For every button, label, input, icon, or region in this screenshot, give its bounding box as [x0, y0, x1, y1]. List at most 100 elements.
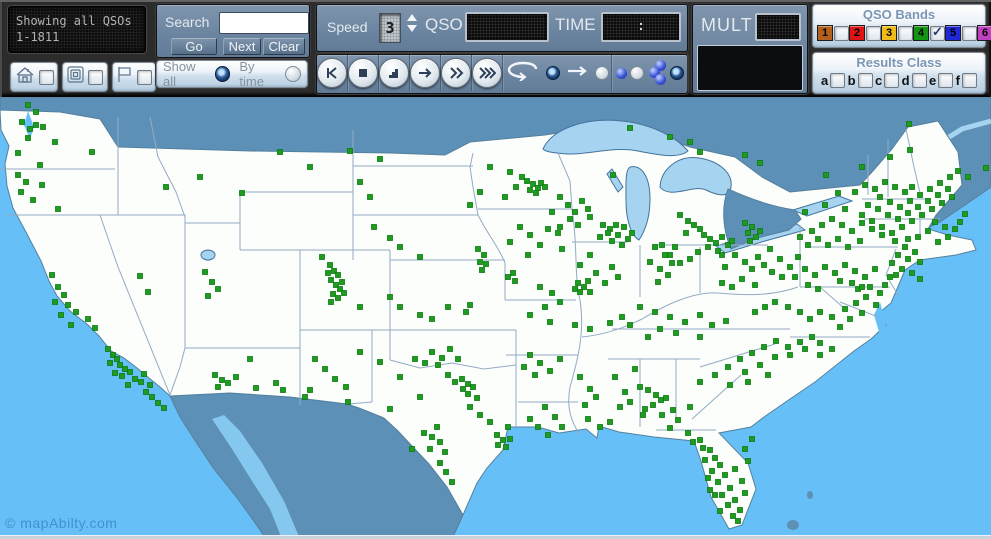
qso-dot: [690, 439, 696, 445]
results-class-row: a b c d e f: [813, 70, 985, 90]
fastest-forward-button[interactable]: [472, 58, 502, 88]
speed-up-button[interactable]: [407, 14, 417, 21]
qso-dot: [819, 222, 825, 228]
qso-dot: [761, 344, 767, 350]
qso-dot: [577, 262, 583, 268]
qso-dot: [105, 346, 111, 352]
flag-view-checkbox[interactable]: [137, 69, 152, 85]
band-color-swatch: 2: [849, 25, 865, 41]
fast-forward-button[interactable]: [441, 58, 471, 88]
qso-dot: [572, 322, 578, 328]
qso-dot: [815, 286, 821, 292]
qso-dot: [143, 389, 149, 395]
trail-dots-radio[interactable]: [669, 66, 684, 80]
qso-dot: [725, 364, 731, 370]
qso-dot: [749, 350, 755, 356]
status-line1: Showing all QSOs: [16, 14, 132, 28]
band-checkbox[interactable]: [930, 24, 945, 41]
qso-dot: [929, 206, 935, 212]
search-next-button[interactable]: Next: [223, 38, 261, 55]
qso-dot: [627, 322, 633, 328]
mult-label: MULT: [701, 15, 753, 35]
qso-dot: [702, 457, 708, 463]
qso-dot: [239, 190, 245, 196]
qso-dot: [877, 290, 883, 296]
qso-dot: [677, 212, 683, 218]
qso-dot: [25, 102, 31, 108]
qso-dot: [859, 212, 865, 218]
speed-down-button[interactable]: [407, 25, 417, 32]
bahamas-island-2: [807, 491, 813, 499]
home-view-button[interactable]: [10, 62, 58, 92]
qso-dot: [487, 164, 493, 170]
results-class-checkbox[interactable]: [884, 73, 900, 89]
qso-dot: [697, 334, 703, 340]
show-all-radio[interactable]: [214, 66, 231, 82]
band-color-swatch: 3: [881, 25, 897, 41]
search-clear-button[interactable]: Clear: [263, 38, 305, 55]
results-class-checkbox[interactable]: [830, 73, 846, 89]
qso-dot: [715, 479, 721, 485]
qso-dot: [417, 312, 423, 318]
qso-dot: [73, 309, 79, 315]
qso-dot: [802, 266, 808, 272]
band-checkbox[interactable]: [898, 25, 913, 41]
qso-dot: [18, 189, 24, 195]
qso-dot: [787, 264, 793, 270]
qso-dot: [479, 267, 485, 273]
by-time-radio[interactable]: [285, 66, 301, 82]
loop-mode-radio[interactable]: [545, 66, 560, 80]
qso-dot: [732, 497, 738, 503]
qso-dot: [477, 189, 483, 195]
qso-dot: [542, 304, 548, 310]
qso-dot: [567, 216, 573, 222]
results-class-checkbox[interactable]: [961, 73, 977, 89]
results-class-checkbox[interactable]: [857, 73, 873, 89]
qso-dot: [917, 276, 923, 282]
frames-view-checkbox[interactable]: [88, 69, 103, 85]
qso-dot: [869, 218, 875, 224]
once-mode-radio[interactable]: [594, 66, 609, 80]
qso-dot: [19, 119, 25, 125]
results-class-checkbox[interactable]: [938, 73, 954, 89]
frames-view-button[interactable]: [62, 62, 108, 92]
qso-dot: [429, 316, 435, 322]
qso-dot: [895, 216, 901, 222]
qso-dot: [727, 485, 733, 491]
qso-dot: [772, 354, 778, 360]
play-button[interactable]: [410, 58, 440, 88]
transport-panel: Speed 3 QSO TIME :: [316, 4, 688, 52]
search-input[interactable]: [219, 12, 309, 34]
skip-start-button[interactable]: [317, 58, 347, 88]
step-button[interactable]: [379, 58, 409, 88]
qso-dot: [905, 256, 911, 262]
home-view-checkbox[interactable]: [38, 69, 54, 85]
qso-dot: [387, 406, 393, 412]
qso-dot: [233, 374, 239, 380]
qso-dot: [367, 194, 373, 200]
qso-dot: [925, 198, 931, 204]
single-dot-radio[interactable]: [629, 66, 644, 80]
qso-dot: [719, 252, 725, 258]
frames-icon: [67, 66, 84, 88]
qso-dot: [899, 266, 905, 272]
stop-button[interactable]: [348, 58, 378, 88]
results-class-checkbox[interactable]: [911, 73, 927, 89]
qso-dot: [749, 266, 755, 272]
qso-dot: [335, 295, 341, 301]
band-checkbox[interactable]: [962, 25, 977, 41]
time-label: TIME: [555, 15, 596, 34]
qso-dot: [542, 184, 548, 190]
qso-dot: [607, 320, 613, 326]
qso-dot: [893, 272, 899, 278]
search-go-button[interactable]: Go: [171, 38, 217, 55]
qso-dot: [835, 236, 841, 242]
band-checkbox[interactable]: [866, 25, 881, 41]
flag-view-button[interactable]: [112, 62, 156, 92]
qso-dot: [477, 259, 483, 265]
qso-dot: [942, 224, 948, 230]
band-checkbox[interactable]: [834, 25, 849, 41]
qso-dot: [795, 254, 801, 260]
flag-icon: [116, 66, 133, 88]
qso-dot: [627, 399, 633, 405]
